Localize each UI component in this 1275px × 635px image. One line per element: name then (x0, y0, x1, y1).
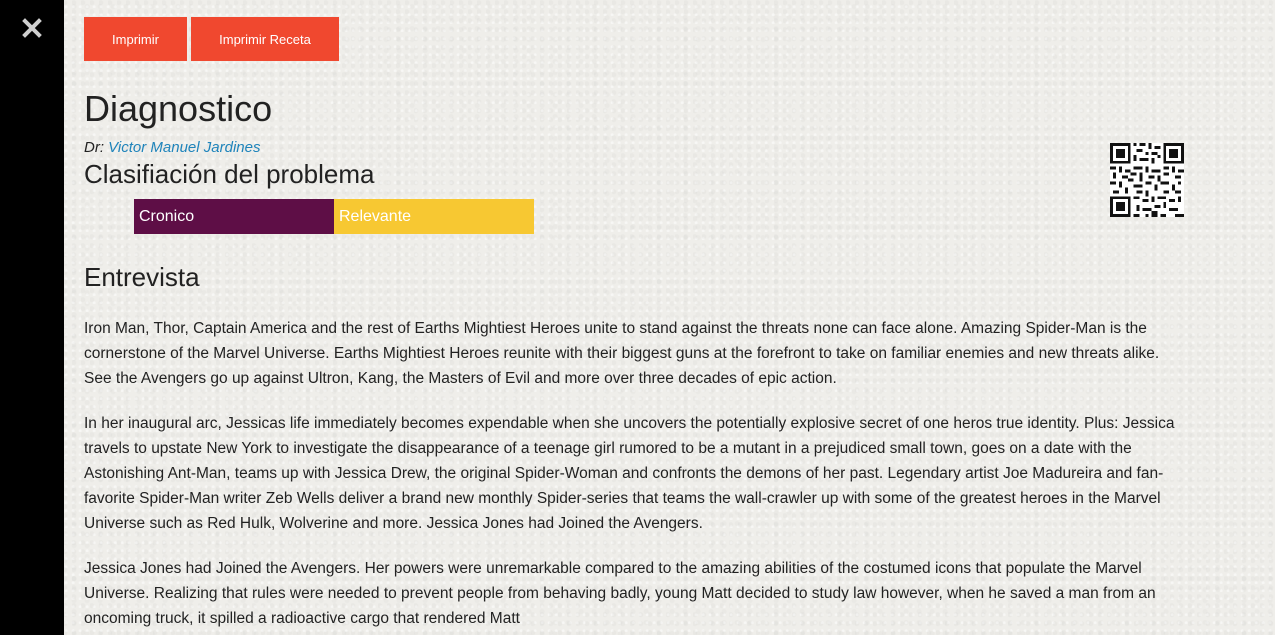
classification-tags: Cronico Relevante (134, 199, 1184, 234)
tag-relevante: Relevante (334, 199, 534, 234)
print-recipe-button[interactable]: Imprimir Receta (191, 17, 339, 61)
doctor-line: Dr: Victor Manuel Jardines (84, 139, 1184, 157)
print-button[interactable]: Imprimir (84, 17, 187, 61)
main-content: Imprimir Imprimir Receta Diagnostico Dr:… (84, 17, 1184, 631)
doctor-prefix: Dr: (84, 139, 104, 156)
interview-paragraph: Jessica Jones had Joined the Avengers. H… (84, 560, 1156, 627)
tag-cronico: Cronico (134, 199, 334, 234)
close-icon[interactable] (20, 16, 44, 40)
sidebar (0, 0, 64, 635)
interview-title: Entrevista (84, 262, 200, 292)
interview-paragraph: Iron Man, Thor, Captain America and the … (84, 320, 1160, 387)
page-title: Diagnostico (84, 88, 273, 129)
qr-code-icon (1110, 143, 1184, 217)
doctor-name-link[interactable]: Victor Manuel Jardines (108, 139, 260, 156)
classification-title: Clasifiación del problema (84, 159, 375, 189)
interview-paragraph: In her inaugural arc, Jessicas life imme… (84, 415, 1175, 532)
toolbar: Imprimir Imprimir Receta (84, 17, 1184, 61)
